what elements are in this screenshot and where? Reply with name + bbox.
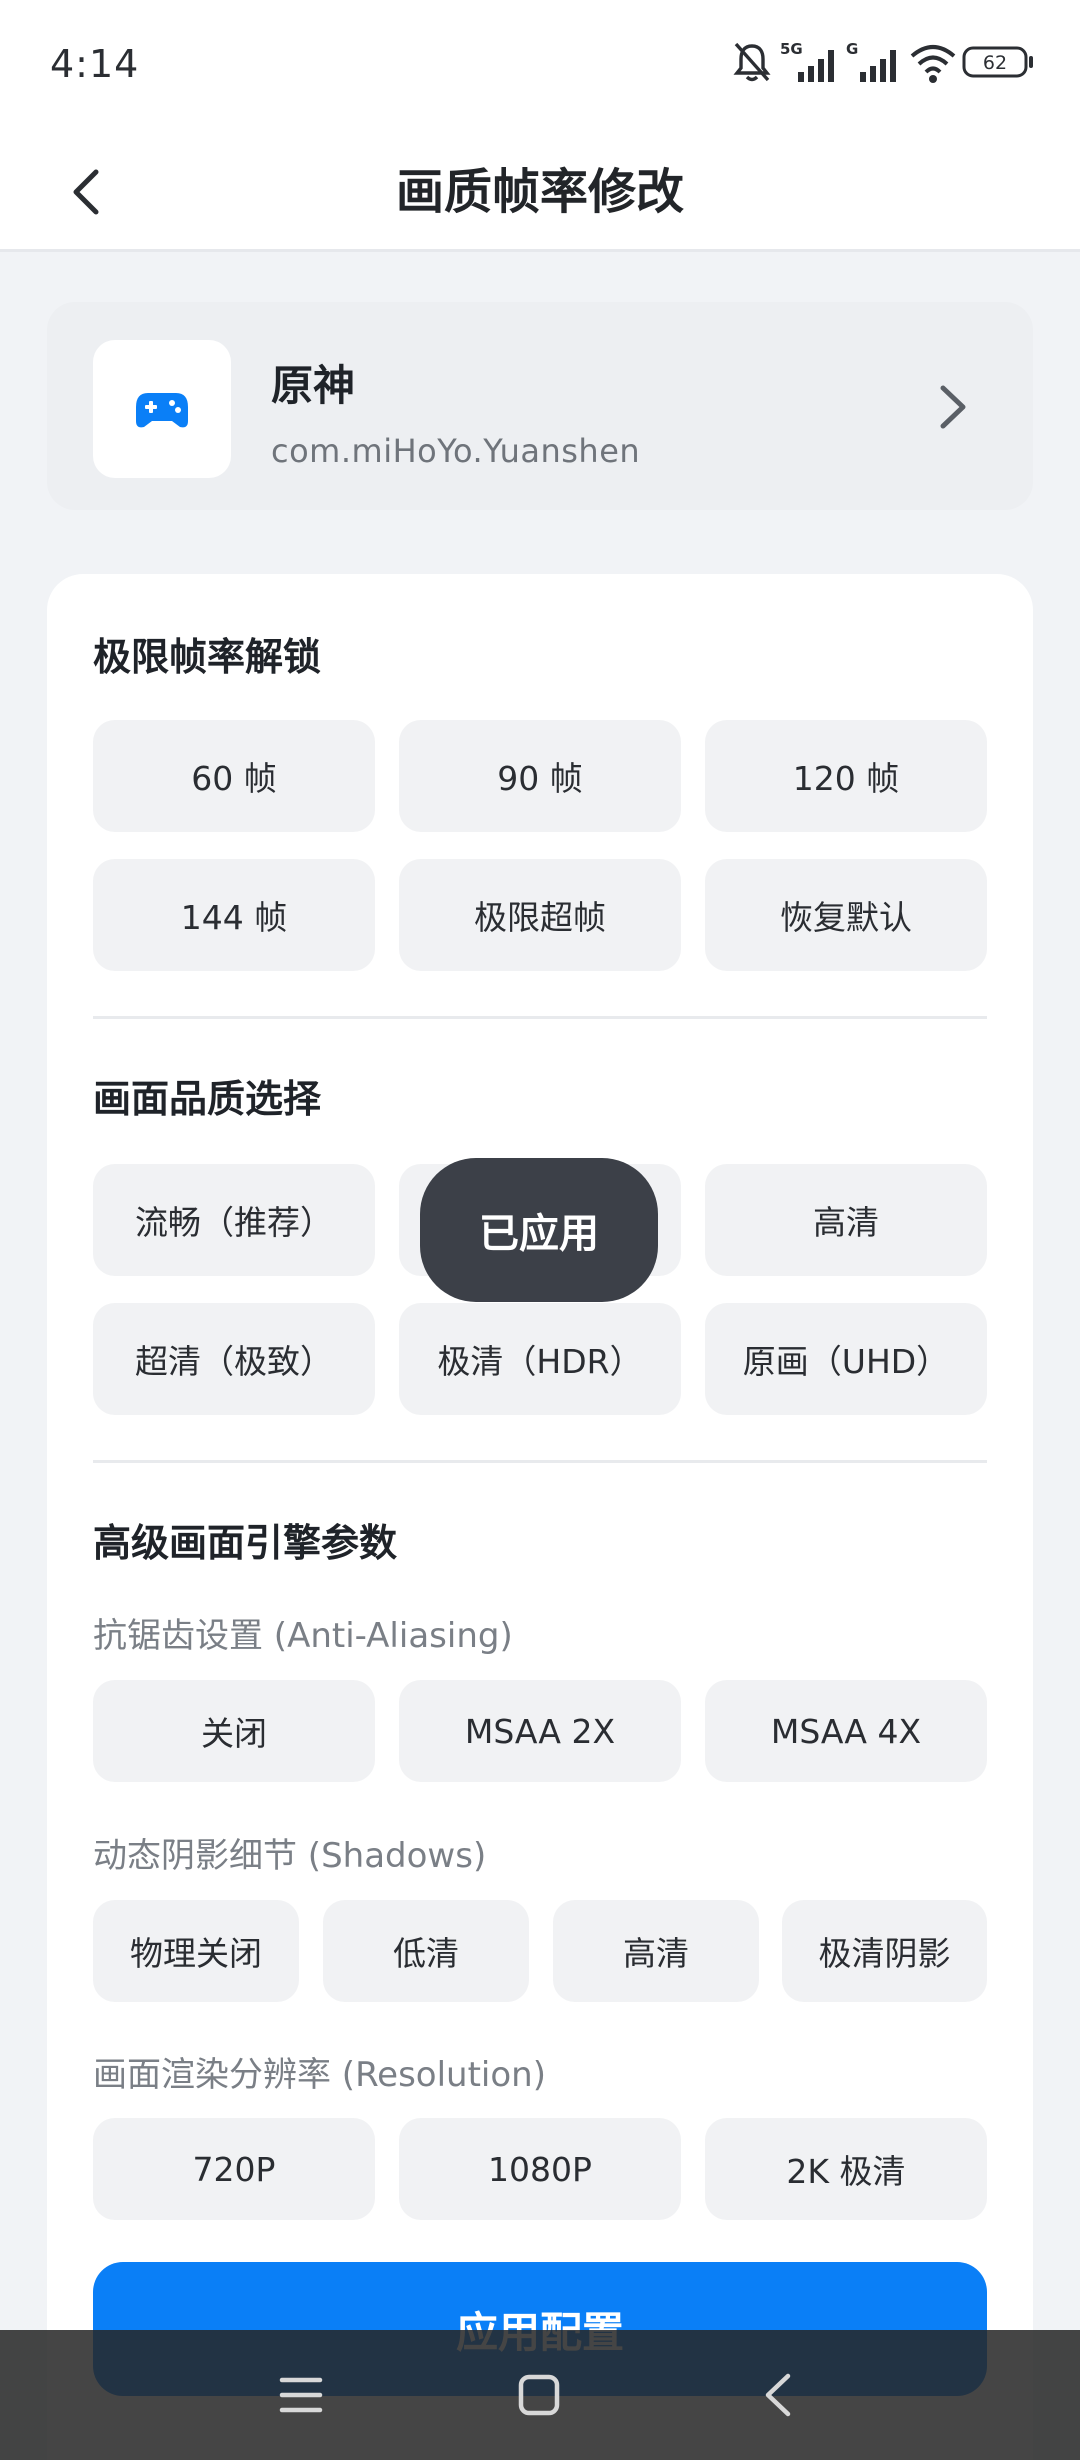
quality-option-uhd[interactable]: 原画（UHD） bbox=[705, 1303, 987, 1415]
gamepad-icon bbox=[136, 393, 188, 428]
shadows-label: 动态阴影细节 (Shadows) bbox=[93, 1836, 487, 1876]
divider bbox=[93, 1016, 987, 1019]
frame-rate-option-120[interactable]: 120 帧 bbox=[705, 720, 987, 832]
page-title: 画质帧率修改 bbox=[395, 164, 684, 220]
network-5g-label: 5G bbox=[780, 40, 803, 58]
app-package-name: com.miHoYo.Yuanshen bbox=[271, 432, 641, 470]
network-g-label: G bbox=[846, 40, 858, 58]
frame-rate-option-144[interactable]: 144 帧 bbox=[93, 859, 375, 971]
signal-g-icon: G bbox=[846, 40, 896, 82]
bell-muted-icon bbox=[733, 42, 771, 82]
status-icons: 5G G 62 bbox=[732, 40, 1033, 90]
divider bbox=[93, 1460, 987, 1463]
frame-rate-section-title: 极限帧率解锁 bbox=[93, 635, 322, 679]
wifi-icon bbox=[910, 45, 956, 83]
applied-toast: 已应用 bbox=[420, 1158, 658, 1302]
shadows-option-low[interactable]: 低清 bbox=[323, 1900, 529, 2002]
anti-aliasing-option-4x[interactable]: MSAA 4X bbox=[705, 1680, 987, 1782]
anti-aliasing-option-off[interactable]: 关闭 bbox=[93, 1680, 375, 1782]
quality-option-hdr[interactable]: 极清（HDR） bbox=[399, 1303, 681, 1415]
app-icon bbox=[93, 340, 231, 478]
frame-rate-option-90[interactable]: 90 帧 bbox=[399, 720, 681, 832]
home-icon[interactable] bbox=[516, 2372, 562, 2418]
settings-card: 极限帧率解锁 60 帧 90 帧 120 帧 144 帧 极限超帧 恢复默认 画… bbox=[47, 574, 1033, 2460]
chevron-right-icon bbox=[940, 385, 966, 429]
resolution-option-720p[interactable]: 720P bbox=[93, 2118, 375, 2220]
resolution-option-1080p[interactable]: 1080P bbox=[399, 2118, 681, 2220]
menu-icon[interactable] bbox=[278, 2372, 324, 2418]
back-nav-icon[interactable] bbox=[756, 2372, 802, 2418]
advanced-section-title: 高级画面引擎参数 bbox=[93, 1521, 398, 1565]
screen: 4:14 5G G 62 画质帧率修改 原神 com.miHoYo.Yuansh… bbox=[0, 0, 1080, 2460]
status-bar: 4:14 5G G 62 bbox=[0, 0, 1080, 130]
frame-rate-option-60[interactable]: 60 帧 bbox=[93, 720, 375, 832]
frame-rate-option-reset[interactable]: 恢复默认 bbox=[705, 859, 987, 971]
frame-rate-option-ultra[interactable]: 极限超帧 bbox=[399, 859, 681, 971]
app-selector-card[interactable]: 原神 com.miHoYo.Yuanshen bbox=[47, 302, 1033, 510]
battery-level: 62 bbox=[983, 52, 1007, 74]
quality-option-ultra-hd[interactable]: 超清（极致） bbox=[93, 1303, 375, 1415]
status-time: 4:14 bbox=[50, 42, 140, 86]
quality-option-hd[interactable]: 高清 bbox=[705, 1164, 987, 1276]
anti-aliasing-label: 抗锯齿设置 (Anti-Aliasing) bbox=[93, 1616, 513, 1656]
app-name: 原神 bbox=[271, 361, 356, 410]
battery-icon: 62 bbox=[962, 46, 1033, 78]
signal-5g-icon: 5G bbox=[780, 40, 834, 82]
app-header: 画质帧率修改 bbox=[0, 130, 1080, 252]
quality-option-smooth[interactable]: 流畅（推荐） bbox=[93, 1164, 375, 1276]
quality-section-title: 画面品质选择 bbox=[93, 1077, 322, 1121]
shadows-option-off[interactable]: 物理关闭 bbox=[93, 1900, 299, 2002]
resolution-option-2k[interactable]: 2K 极清 bbox=[705, 2118, 987, 2220]
system-navigation-bar bbox=[0, 2330, 1080, 2460]
resolution-label: 画面渲染分辨率 (Resolution) bbox=[93, 2055, 546, 2095]
shadows-option-high[interactable]: 高清 bbox=[553, 1900, 759, 2002]
anti-aliasing-option-2x[interactable]: MSAA 2X bbox=[399, 1680, 681, 1782]
shadows-option-ultra[interactable]: 极清阴影 bbox=[782, 1900, 987, 2002]
